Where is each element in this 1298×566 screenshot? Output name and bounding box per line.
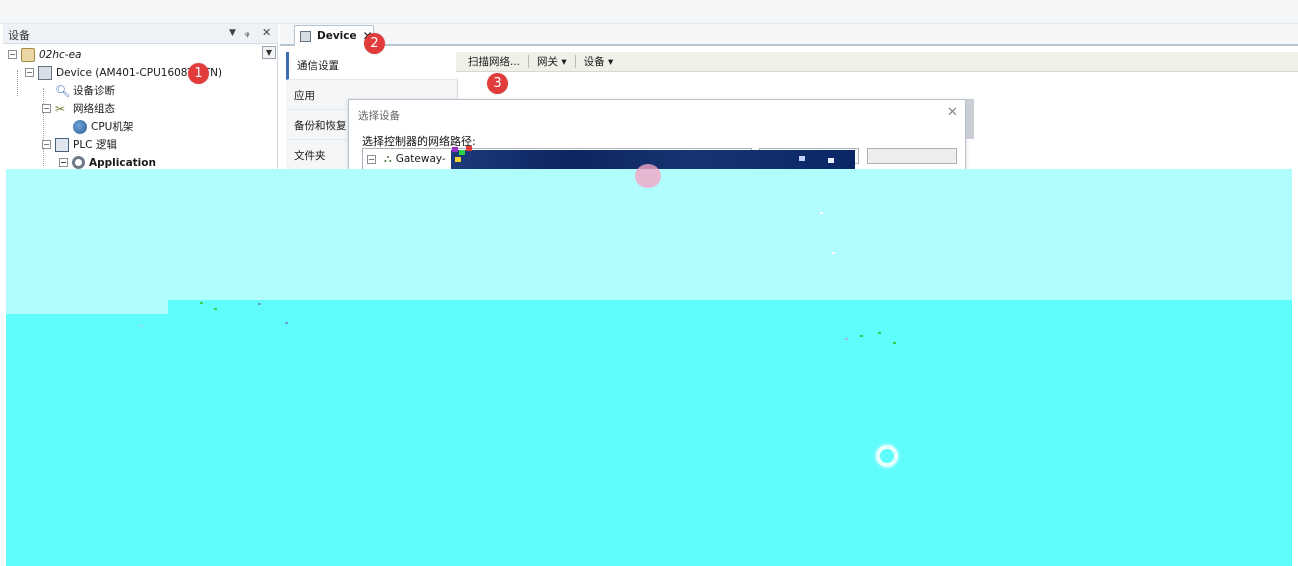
tree-item-network-config[interactable]: − ✂ 网络组态 [42,100,115,117]
glitch-pixel [799,156,805,161]
dialog-action-button[interactable] [867,148,957,164]
callout-badge-3: 3 [487,73,508,94]
devices-panel: 设备 ▼ ᵩ ✕ ▼ − 02hc-ea − Device (AM401-CPU… [3,24,278,170]
glitch-speck [140,325,143,327]
devices-panel-header: 设备 ▼ ᵩ ✕ [3,24,278,44]
collapse-icon[interactable]: − [59,158,68,167]
tree-item-label: Application [89,156,156,169]
project-icon [21,47,35,62]
dropdown-arrow-icon[interactable]: ▼ [229,28,236,38]
glitch-speck [860,335,863,337]
glitch-pixel [452,147,458,152]
devices-panel-title: 设备 [8,29,30,42]
magnifier-icon: 🔍︎ [55,83,71,98]
toolbar-separator [528,55,530,68]
glitch-speck [200,302,203,304]
side-menu-communication-settings[interactable]: 通信设置 [286,52,458,80]
screenshot: 设备 ▼ ᵩ ✕ ▼ − 02hc-ea − Device (AM401-CPU… [0,0,1298,566]
callout-badge-1: 1 [188,63,209,84]
device-icon [38,65,52,80]
collapse-icon[interactable]: − [25,68,34,77]
glitch-speck [820,212,823,214]
collapse-icon[interactable]: − [8,50,17,59]
tree-line [17,70,18,96]
comm-toolbar: 扫描网络... 网关 ▾ 设备 ▾ [456,52,1298,72]
collapse-icon[interactable]: − [42,140,51,149]
glitch-speck [832,252,835,254]
network-config-icon: ✂ [55,101,66,116]
glitch-speck [285,322,288,324]
collapse-icon[interactable]: − [367,154,376,164]
tree-item-label: 02hc-ea [39,48,82,61]
glitch-pixel [455,157,461,162]
tab-label: Device [317,30,357,42]
glitch-speck [893,342,896,344]
tree-item-cpu-rack[interactable]: CPU机架 [73,118,133,135]
busy-ring-icon [876,445,898,467]
tree-item-label: 网络组态 [73,103,115,115]
tree-item-device-diagnostics[interactable]: 🔍︎ 设备诊断 [55,82,115,99]
scan-network-button[interactable]: 扫描网络... [462,54,526,69]
collapse-icon[interactable]: − [42,104,51,113]
close-icon[interactable]: ✕ [947,105,958,120]
gateway-menu-button[interactable]: 网关 ▾ [531,54,573,69]
callout-badge-2: 2 [364,33,385,54]
editor-tab-bar: Device ✕ [280,24,1298,46]
scroll-down-button[interactable]: ▼ [262,46,276,59]
corrupted-area [6,300,1292,566]
glitch-speck [845,338,848,340]
device-menu-button[interactable]: 设备 ▾ [578,54,620,69]
pin-icon[interactable]: ᵩ [245,26,250,39]
tree-item-label: CPU机架 [91,121,134,133]
glitch-pixel [466,146,472,151]
corrupted-area [6,300,168,314]
tree-item-label: 设备诊断 [73,85,115,97]
glitch-speck [878,332,881,334]
tree-item-project[interactable]: − 02hc-ea [8,46,81,63]
application-icon [72,156,85,169]
gateway-icon: ⛬ [384,152,392,165]
glitch-pixel [828,158,834,163]
toolbar-separator [574,55,576,68]
gateway-item-label[interactable]: Gateway- [396,153,446,165]
glitch-speck [214,308,217,310]
vertical-scrollbar[interactable] [966,99,974,139]
glitch-speck [258,303,261,305]
close-icon[interactable]: ✕ [262,26,271,39]
tree-item-plc-logic[interactable]: − PLC 逻辑 [42,136,117,153]
glitch-blob [635,164,661,188]
corrupted-area [6,169,1292,300]
plc-logic-icon [55,137,69,152]
glitch-pixel [459,150,465,155]
tab-device[interactable]: Device ✕ [294,25,374,46]
dialog-title: 选择设备 [358,110,400,122]
top-strip [0,0,1298,24]
device-icon [300,30,311,42]
cpu-rack-icon [73,119,87,134]
network-path-label: 选择控制器的网络路径: [362,135,476,148]
tree-item-label: PLC 逻辑 [73,139,117,151]
